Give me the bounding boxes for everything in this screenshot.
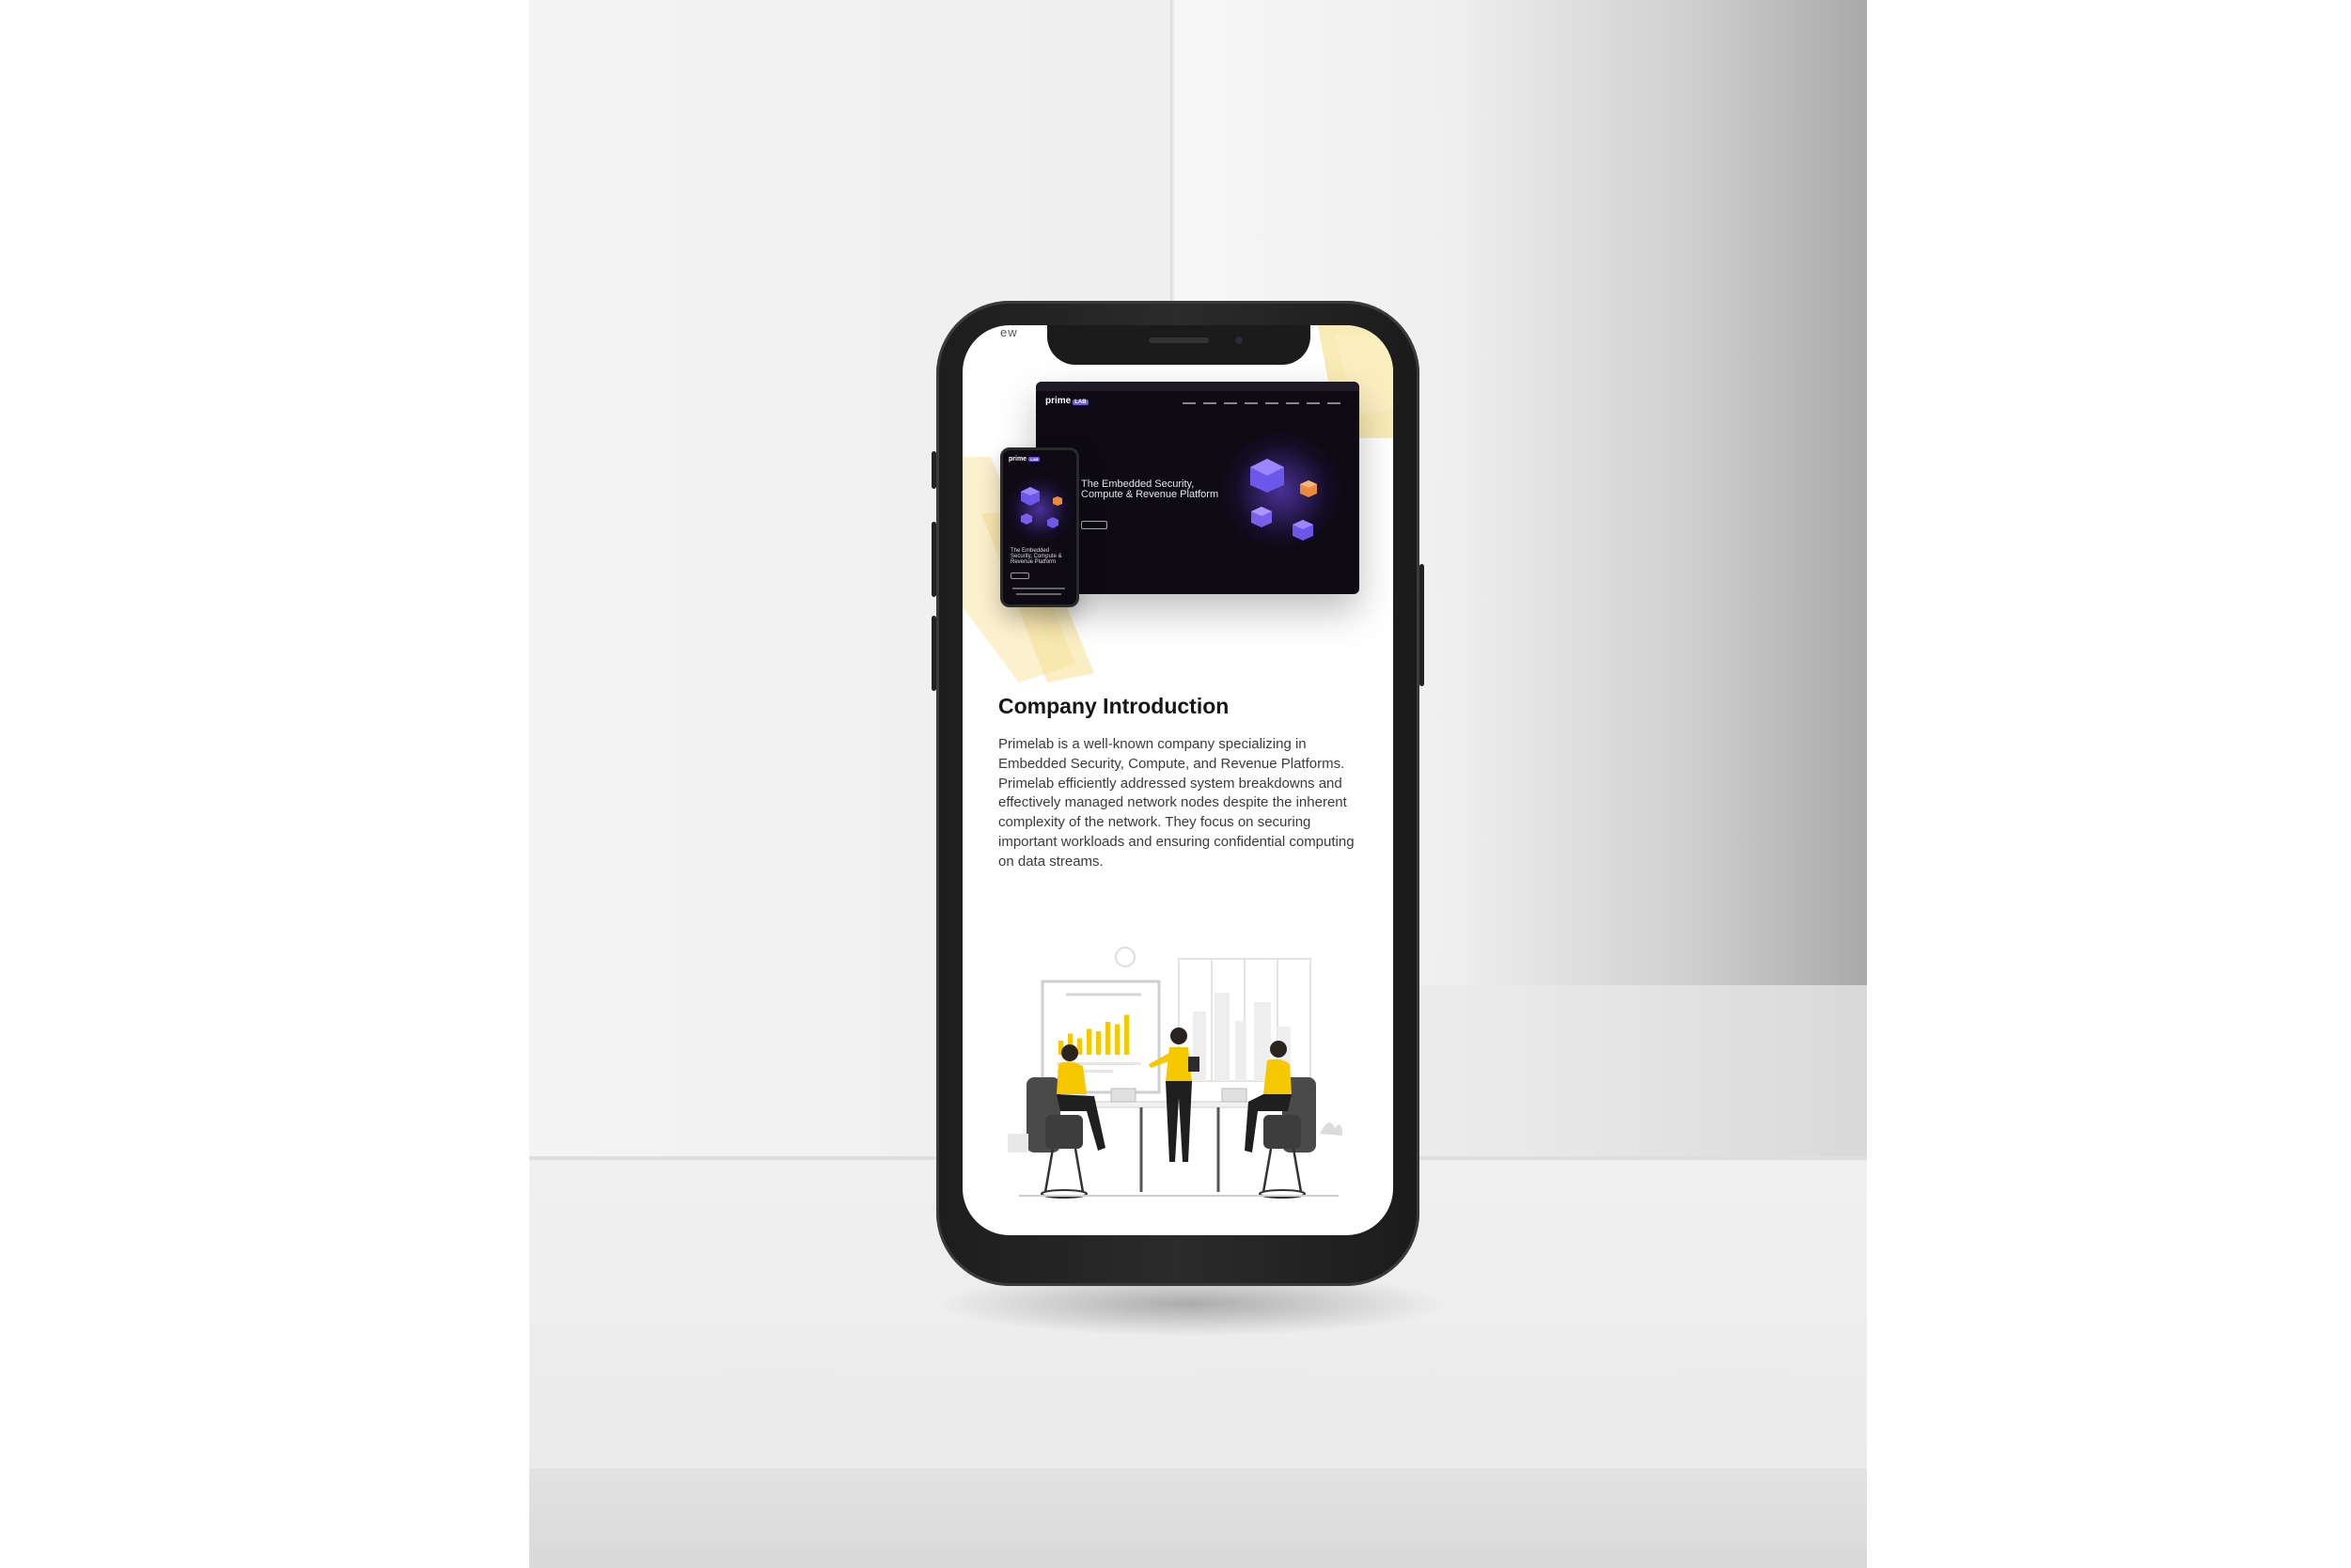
front-camera <box>1235 337 1243 344</box>
whiteboard-bar <box>1115 1024 1120 1055</box>
nav-item[interactable] <box>1265 402 1278 404</box>
nav-item[interactable] <box>1203 402 1216 404</box>
cube-icon <box>1021 487 1040 506</box>
cube-icon <box>1293 520 1313 541</box>
power-button <box>1419 564 1424 686</box>
whiteboard-bar <box>1087 1028 1091 1055</box>
logo-badge: LAB <box>1028 457 1041 462</box>
cube-icon <box>1250 459 1284 493</box>
browser-bar <box>1036 382 1359 391</box>
mute-switch <box>932 451 936 489</box>
hero-cta-button[interactable] <box>1011 572 1029 579</box>
nav-item[interactable] <box>1307 402 1320 404</box>
laptop-website-preview: prime LAB The Embedded Security, Compute … <box>1036 382 1359 594</box>
nav-item[interactable] <box>1183 402 1196 404</box>
primelab-logo: prime LAB <box>1009 456 1041 463</box>
section-heading: Company Introduction <box>998 694 1230 718</box>
whiteboard-bar <box>1105 1022 1110 1055</box>
table-edge <box>529 1468 1867 1568</box>
notch <box>1047 325 1310 365</box>
phone-screen: ew prime LAB The Embedded Security, Comp… <box>963 325 1393 1235</box>
cube-icon <box>1047 517 1058 528</box>
mobile-website-preview: prime LAB The Embedded Security, Compute … <box>1000 447 1079 607</box>
photo-backdrop: ew prime LAB The Embedded Security, Comp… <box>529 0 1867 1568</box>
logo-badge: LAB <box>1073 400 1089 405</box>
hero-title: The Embedded Security, Compute & Revenue… <box>1081 478 1219 500</box>
section-body: Primelab is a well-known company special… <box>998 736 1355 870</box>
nav-item[interactable] <box>1245 402 1258 404</box>
cube-icon <box>1251 507 1272 527</box>
smartphone-mockup: ew prime LAB The Embedded Security, Comp… <box>932 301 1424 1286</box>
earpiece <box>1149 337 1209 343</box>
cube-icon <box>1053 496 1062 506</box>
hero-title: The Embedded Security, Compute & Revenue… <box>1011 548 1062 565</box>
volume-up-button <box>932 522 936 597</box>
nav-item[interactable] <box>1224 402 1237 404</box>
volume-down-button <box>932 616 936 691</box>
nav-item[interactable] <box>1327 402 1340 404</box>
text-line <box>1016 593 1061 595</box>
logo-word: prime <box>1009 456 1027 463</box>
team-meeting-illustration <box>1008 947 1342 1199</box>
logo-word: prime <box>1045 396 1072 406</box>
whiteboard-bar <box>1124 1014 1129 1055</box>
hero-cta-button[interactable] <box>1081 521 1107 529</box>
cube-icon <box>1021 513 1032 525</box>
text-line <box>1012 588 1065 589</box>
whiteboard-bar <box>1096 1031 1101 1055</box>
primelab-logo: prime LAB <box>1045 396 1089 406</box>
cube-icon <box>1300 480 1317 497</box>
nav-item[interactable] <box>1286 402 1299 404</box>
